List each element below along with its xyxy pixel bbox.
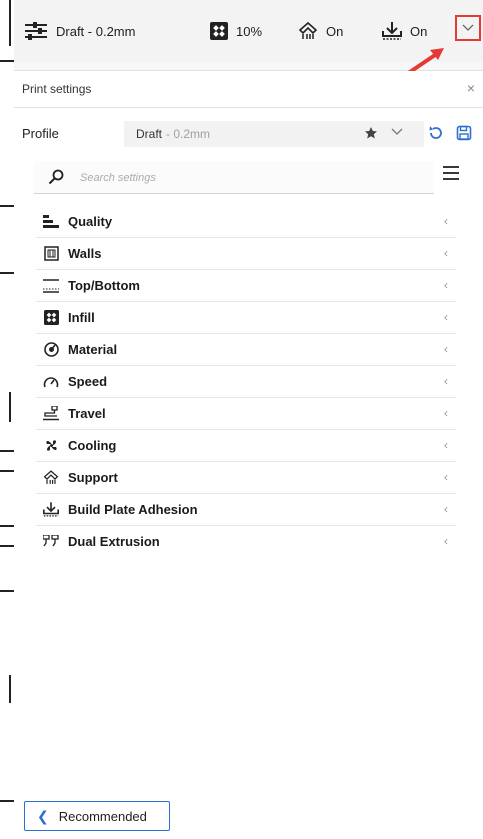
adhesion-summary[interactable]: On: [382, 19, 427, 43]
search-icon: [48, 169, 64, 185]
edge-line: [0, 545, 14, 547]
panel-header: Print settings ×: [14, 71, 483, 108]
edge-line: [0, 60, 14, 62]
top-bottom-icon: [42, 278, 60, 294]
edge-line: [0, 590, 14, 592]
recommended-label: Recommended: [58, 808, 147, 824]
reset-icon[interactable]: [428, 125, 444, 141]
edge-line: [9, 392, 11, 422]
settings-category-list: Quality ‹ Walls ‹ Top/Bottom ‹ Infill ‹: [36, 206, 456, 557]
print-settings-panel: Print settings × Profile Draft - 0.2mm S…: [14, 71, 483, 839]
infill-icon: [210, 22, 228, 40]
profile-name: Draft: [136, 127, 163, 141]
category-speed[interactable]: Speed ‹: [36, 366, 456, 398]
category-label: Cooling: [68, 438, 117, 453]
chevron-left-icon: ‹: [444, 342, 448, 356]
category-walls[interactable]: Walls ‹: [36, 238, 456, 270]
adhesion-icon: [382, 22, 402, 40]
quality-icon: [42, 214, 60, 230]
chevron-left-icon: ‹: [444, 310, 448, 324]
adhesion-icon: [42, 502, 60, 518]
edge-line: [9, 675, 11, 703]
edge-line: [0, 205, 14, 207]
chevron-left-icon: ‹: [444, 278, 448, 292]
category-cooling[interactable]: Cooling ‹: [36, 430, 456, 462]
settings-visibility-menu-icon[interactable]: [442, 165, 460, 181]
chevron-left-icon: ‹: [444, 214, 448, 228]
category-dual-extrusion[interactable]: Dual Extrusion ‹: [36, 526, 456, 557]
chevron-left-icon: ‹: [444, 374, 448, 388]
star-icon[interactable]: [364, 126, 378, 140]
profile-row: Profile Draft - 0.2mm: [14, 119, 483, 149]
save-icon[interactable]: [456, 125, 472, 141]
category-label: Speed: [68, 374, 108, 389]
category-label: Material: [68, 342, 118, 357]
profile-summary[interactable]: Draft - 0.2mm: [24, 19, 135, 43]
chevron-down-icon: [462, 24, 474, 31]
speed-icon: [42, 374, 60, 390]
dual-extrusion-icon: [42, 534, 60, 550]
edge-line: [0, 450, 14, 452]
close-icon[interactable]: ×: [467, 80, 475, 96]
infill-value: 10%: [236, 23, 263, 39]
category-label: Build Plate Adhesion: [68, 502, 198, 517]
infill-icon: [42, 310, 60, 326]
support-icon: [42, 470, 60, 486]
category-support[interactable]: Support ‹: [36, 462, 456, 494]
edge-line: [0, 800, 14, 802]
category-quality[interactable]: Quality ‹: [36, 206, 456, 238]
category-top-bottom[interactable]: Top/Bottom ‹: [36, 270, 456, 302]
chevron-left-icon: ❮: [37, 807, 49, 824]
profile-label: Profile: [22, 126, 59, 141]
settings-sliders-icon: [25, 22, 47, 40]
profile-layer-height: - 0.2mm: [166, 127, 211, 141]
category-material[interactable]: Material ‹: [36, 334, 456, 366]
category-label: Walls: [68, 246, 102, 261]
category-label: Support: [68, 470, 118, 485]
chevron-left-icon: ‹: [444, 502, 448, 516]
adhesion-value: On: [410, 23, 428, 39]
edge-line: [9, 0, 11, 46]
print-settings-dropdown-button[interactable]: [455, 15, 481, 41]
category-label: Travel: [68, 406, 106, 421]
support-icon: [298, 22, 318, 39]
category-label: Dual Extrusion: [68, 534, 160, 549]
chevron-down-icon: [391, 128, 403, 135]
chevron-left-icon: ‹: [444, 246, 448, 260]
fan-icon: [42, 438, 60, 454]
recommended-mode-button[interactable]: ❮ Recommended: [24, 801, 170, 831]
support-value: On: [326, 23, 344, 39]
category-build-plate-adhesion[interactable]: Build Plate Adhesion ‹: [36, 494, 456, 526]
category-label: Top/Bottom: [68, 278, 140, 293]
category-travel[interactable]: Travel ‹: [36, 398, 456, 430]
category-label: Quality: [68, 214, 113, 229]
walls-icon: [42, 246, 60, 262]
edge-line: [0, 525, 14, 527]
edge-line: [0, 470, 14, 472]
chevron-left-icon: ‹: [444, 534, 448, 548]
travel-icon: [42, 406, 60, 422]
profile-summary-label: Draft - 0.2mm: [56, 23, 136, 39]
search-settings[interactable]: [34, 161, 434, 194]
profile-select[interactable]: Draft - 0.2mm: [124, 121, 424, 147]
search-input[interactable]: [78, 167, 422, 189]
chevron-left-icon: ‹: [444, 438, 448, 452]
infill-summary[interactable]: 10%: [210, 19, 262, 43]
category-infill[interactable]: Infill ‹: [36, 302, 456, 334]
category-label: Infill: [68, 310, 95, 325]
chevron-left-icon: ‹: [444, 406, 448, 420]
background-app-edge: [0, 0, 14, 839]
edge-line: [0, 272, 14, 274]
material-icon: [42, 342, 60, 358]
support-summary[interactable]: On: [298, 19, 343, 43]
panel-title: Print settings: [22, 82, 92, 96]
chevron-left-icon: ‹: [444, 470, 448, 484]
